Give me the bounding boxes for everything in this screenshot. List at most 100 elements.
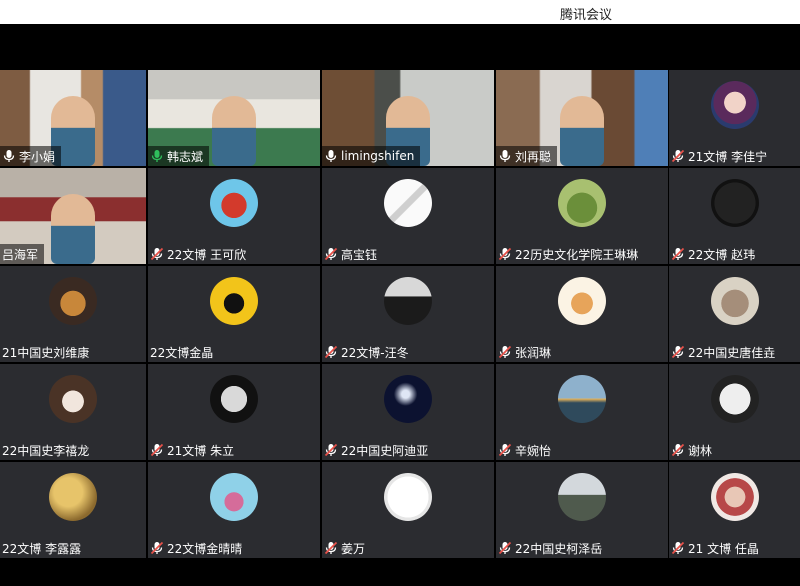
participant-tile[interactable]: 22文博 赵玮 <box>669 168 800 264</box>
participant-name: 22文博 李露露 <box>2 541 82 556</box>
participant-nameplate: 22文博 王可欣 <box>148 244 252 264</box>
participant-name: 22中国史李禧龙 <box>2 443 90 458</box>
participant-tile[interactable]: 张润琳 <box>496 266 668 362</box>
participant-tile[interactable]: 刘再聪 <box>496 70 668 166</box>
participant-name: 谢林 <box>688 443 713 458</box>
mic-muted-icon <box>324 247 341 261</box>
mic-muted-icon <box>671 247 688 261</box>
microphone-icon <box>2 149 19 163</box>
window-title: 腾讯会议 <box>560 8 613 23</box>
participant-tile[interactable]: 吕海军 <box>0 168 146 264</box>
participant-name: 22文博金晶 <box>150 345 214 360</box>
avatar <box>384 179 432 227</box>
participant-name: 22文博-汪冬 <box>341 345 409 360</box>
participant-name: 22文博 赵玮 <box>688 247 756 262</box>
participant-name: 韩志斌 <box>167 149 204 164</box>
participant-tile[interactable]: 21文博 李佳宁 <box>669 70 800 166</box>
avatar <box>49 473 97 521</box>
participant-nameplate: 张润琳 <box>496 342 557 362</box>
participant-tile[interactable]: 22中国史阿迪亚 <box>322 364 494 460</box>
avatar <box>384 375 432 423</box>
participant-tile[interactable]: 21 文博 任晶 <box>669 462 800 558</box>
participant-name: 22历史文化学院王琳琳 <box>515 247 639 262</box>
participant-name: 李小娟 <box>19 149 56 164</box>
participant-grid: 李小娟 韩志斌 limingshifen 刘再聪 21文博 李佳宁吕海军 22文博 王可欣… <box>0 70 800 558</box>
mic-muted-icon <box>150 541 167 555</box>
participant-tile[interactable]: 谢林 <box>669 364 800 460</box>
microphone-icon <box>324 149 341 163</box>
video-person <box>560 96 604 166</box>
participant-name: 22中国史阿迪亚 <box>341 443 429 458</box>
video-person <box>212 96 256 166</box>
participant-nameplate: 21文博 李佳宁 <box>669 146 773 166</box>
mic-muted-icon <box>324 541 341 555</box>
participant-nameplate: 22中国史唐佳垚 <box>669 342 781 362</box>
bottom-band <box>0 558 800 586</box>
participant-name: 21中国史刘维康 <box>2 345 90 360</box>
mic-muted-icon <box>150 247 167 261</box>
avatar <box>558 375 606 423</box>
participant-tile[interactable]: 22中国史唐佳垚 <box>669 266 800 362</box>
avatar <box>558 473 606 521</box>
participant-tile[interactable]: 辛婉怡 <box>496 364 668 460</box>
participant-name: 22中国史唐佳垚 <box>688 345 776 360</box>
participant-tile[interactable]: limingshifen <box>322 70 494 166</box>
mic-muted-icon <box>324 345 341 359</box>
avatar <box>711 179 759 227</box>
participant-tile[interactable]: 22中国史李禧龙 <box>0 364 146 460</box>
participant-tile[interactable]: 21中国史刘维康 <box>0 266 146 362</box>
avatar <box>558 277 606 325</box>
participant-tile[interactable]: 姜万 <box>322 462 494 558</box>
participant-name: 22文博金晴晴 <box>167 541 243 556</box>
participant-nameplate: 22文博金晶 <box>148 342 219 362</box>
participant-name: 22文博 王可欣 <box>167 247 247 262</box>
participant-tile[interactable]: 22文博-汪冬 <box>322 266 494 362</box>
participant-name: 21文博 李佳宁 <box>688 149 768 164</box>
participant-tile[interactable]: 21文博 朱立 <box>148 364 320 460</box>
top-band <box>0 24 800 70</box>
participant-name: 22中国史柯泽岳 <box>515 541 603 556</box>
microphone-icon <box>150 149 167 163</box>
participant-nameplate: 姜万 <box>322 538 371 558</box>
avatar <box>210 375 258 423</box>
video-person <box>51 194 95 264</box>
participant-nameplate: 吕海军 <box>0 244 45 264</box>
participant-tile[interactable]: 高宝钰 <box>322 168 494 264</box>
participant-nameplate: 刘再聪 <box>496 146 558 166</box>
mic-muted-icon <box>671 149 688 163</box>
participant-name: 吕海军 <box>2 247 39 262</box>
participant-nameplate: 高宝钰 <box>322 244 383 264</box>
participant-name: 21 文博 任晶 <box>688 541 759 556</box>
mic-muted-icon <box>498 443 515 457</box>
avatar <box>711 277 759 325</box>
participant-tile[interactable]: 22文博金晶 <box>148 266 320 362</box>
avatar <box>210 277 258 325</box>
participant-tile[interactable]: 韩志斌 <box>148 70 320 166</box>
mic-muted-icon <box>150 443 167 457</box>
participant-tile[interactable]: 22文博金晴晴 <box>148 462 320 558</box>
mic-muted-icon <box>671 345 688 359</box>
avatar <box>384 473 432 521</box>
avatar <box>210 179 258 227</box>
microphone-icon <box>498 149 515 163</box>
avatar <box>49 375 97 423</box>
participant-tile[interactable]: 22文博 王可欣 <box>148 168 320 264</box>
avatar <box>558 179 606 227</box>
avatar <box>711 473 759 521</box>
participant-nameplate: 22文博 赵玮 <box>669 244 761 264</box>
mic-muted-icon <box>498 541 515 555</box>
participant-tile[interactable]: 李小娟 <box>0 70 146 166</box>
mic-muted-icon <box>671 541 688 555</box>
participant-tile[interactable]: 22文博 李露露 <box>0 462 146 558</box>
participant-nameplate: 22文博-汪冬 <box>322 342 415 362</box>
participant-name: 张润琳 <box>515 345 552 360</box>
mic-muted-icon <box>324 443 341 457</box>
title-bar: 腾讯会议 <box>0 0 800 24</box>
participant-tile[interactable]: 22中国史柯泽岳 <box>496 462 668 558</box>
avatar <box>49 277 97 325</box>
participant-nameplate: limingshifen <box>322 146 421 166</box>
participant-tile[interactable]: 22历史文化学院王琳琳 <box>496 168 668 264</box>
mic-muted-icon <box>498 247 515 261</box>
participant-nameplate: 22文博 李露露 <box>0 538 87 558</box>
mic-muted-icon <box>671 443 688 457</box>
